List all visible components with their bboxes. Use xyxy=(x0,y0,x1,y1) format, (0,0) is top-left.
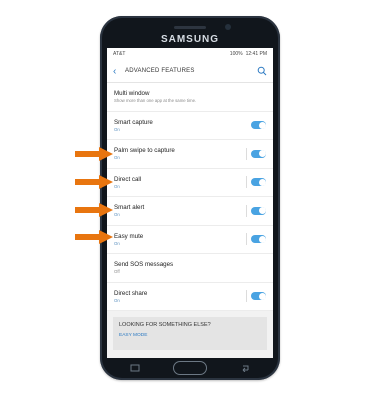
setting-subtitle: Off xyxy=(114,269,120,275)
setting-title: Multi window xyxy=(114,90,150,98)
setting-subtitle: On xyxy=(114,126,120,132)
recent-apps-icon[interactable] xyxy=(130,364,140,372)
easy-mode-link[interactable]: EASY MODE xyxy=(119,333,261,338)
row-divider xyxy=(246,147,247,160)
setting-row-smart-alert[interactable]: Smart alert On xyxy=(107,197,273,226)
callout-arrow-direct-call xyxy=(75,175,113,189)
row-divider xyxy=(246,204,247,217)
help-card: LOOKING FOR SOMETHING ELSE? EASY MODE xyxy=(113,317,267,350)
back-key-icon[interactable] xyxy=(240,364,250,372)
setting-row-direct-share[interactable]: Direct share On xyxy=(107,283,273,311)
status-bar: AT&T 100% 12:41 PM xyxy=(107,48,273,60)
hardware-keys xyxy=(100,361,280,375)
screen: AT&T 100% 12:41 PM ‹ ADVANCED FEATURES M… xyxy=(107,48,273,358)
setting-title: Smart alert xyxy=(114,204,145,212)
direct-call-toggle[interactable] xyxy=(251,178,266,187)
setting-row-send-sos[interactable]: Send SOS messages Off xyxy=(107,254,273,283)
help-card-title: LOOKING FOR SOMETHING ELSE? xyxy=(119,322,211,328)
palm-swipe-toggle[interactable] xyxy=(251,149,266,158)
setting-subtitle: Show more than one app at the same time. xyxy=(114,98,197,104)
time-label: 12:41 PM xyxy=(245,51,267,57)
setting-subtitle: On xyxy=(114,297,120,303)
earpiece-speaker xyxy=(174,26,206,29)
direct-share-toggle[interactable] xyxy=(251,292,266,301)
setting-title: Palm swipe to capture xyxy=(114,147,175,155)
settings-list: Multi window Show more than one app at t… xyxy=(107,83,273,311)
setting-subtitle: On xyxy=(114,183,120,189)
setting-title: Send SOS messages xyxy=(114,261,174,269)
row-divider xyxy=(246,290,247,303)
phone-frame: SAMSUNG AT&T 100% 12:41 PM ‹ ADVANCED FE… xyxy=(100,16,280,380)
callout-arrow-smart-alert xyxy=(75,203,113,217)
setting-row-direct-call[interactable]: Direct call On xyxy=(107,169,273,197)
search-icon[interactable] xyxy=(257,66,267,76)
setting-subtitle: On xyxy=(114,240,120,246)
row-divider xyxy=(246,233,247,246)
page-title: ADVANCED FEATURES xyxy=(125,68,195,74)
setting-row-palm-swipe[interactable]: Palm swipe to capture On xyxy=(107,140,273,169)
setting-title: Smart capture xyxy=(114,118,153,126)
callout-arrow-palm-swipe xyxy=(75,147,113,161)
brand-logo: SAMSUNG xyxy=(160,34,220,45)
easy-mute-toggle[interactable] xyxy=(251,235,266,244)
smart-capture-toggle[interactable] xyxy=(251,121,266,130)
setting-row-smart-capture[interactable]: Smart capture On xyxy=(107,112,273,140)
home-button[interactable] xyxy=(173,361,207,375)
back-arrow-icon[interactable]: ‹ xyxy=(113,66,125,77)
row-divider xyxy=(246,176,247,189)
front-camera xyxy=(225,24,231,30)
callout-arrow-easy-mute xyxy=(75,230,113,244)
setting-title: Direct share xyxy=(114,289,148,297)
setting-row-easy-mute[interactable]: Easy mute On xyxy=(107,226,273,254)
battery-label: 100% xyxy=(229,51,243,57)
smart-alert-toggle[interactable] xyxy=(251,206,266,215)
setting-title: Easy mute xyxy=(114,232,144,240)
setting-row-multi-window[interactable]: Multi window Show more than one app at t… xyxy=(107,83,273,112)
setting-subtitle: On xyxy=(114,212,120,218)
carrier-label: AT&T xyxy=(113,51,126,57)
setting-subtitle: On xyxy=(114,155,120,161)
app-bar: ‹ ADVANCED FEATURES xyxy=(107,60,273,83)
setting-title: Direct call xyxy=(114,175,142,183)
